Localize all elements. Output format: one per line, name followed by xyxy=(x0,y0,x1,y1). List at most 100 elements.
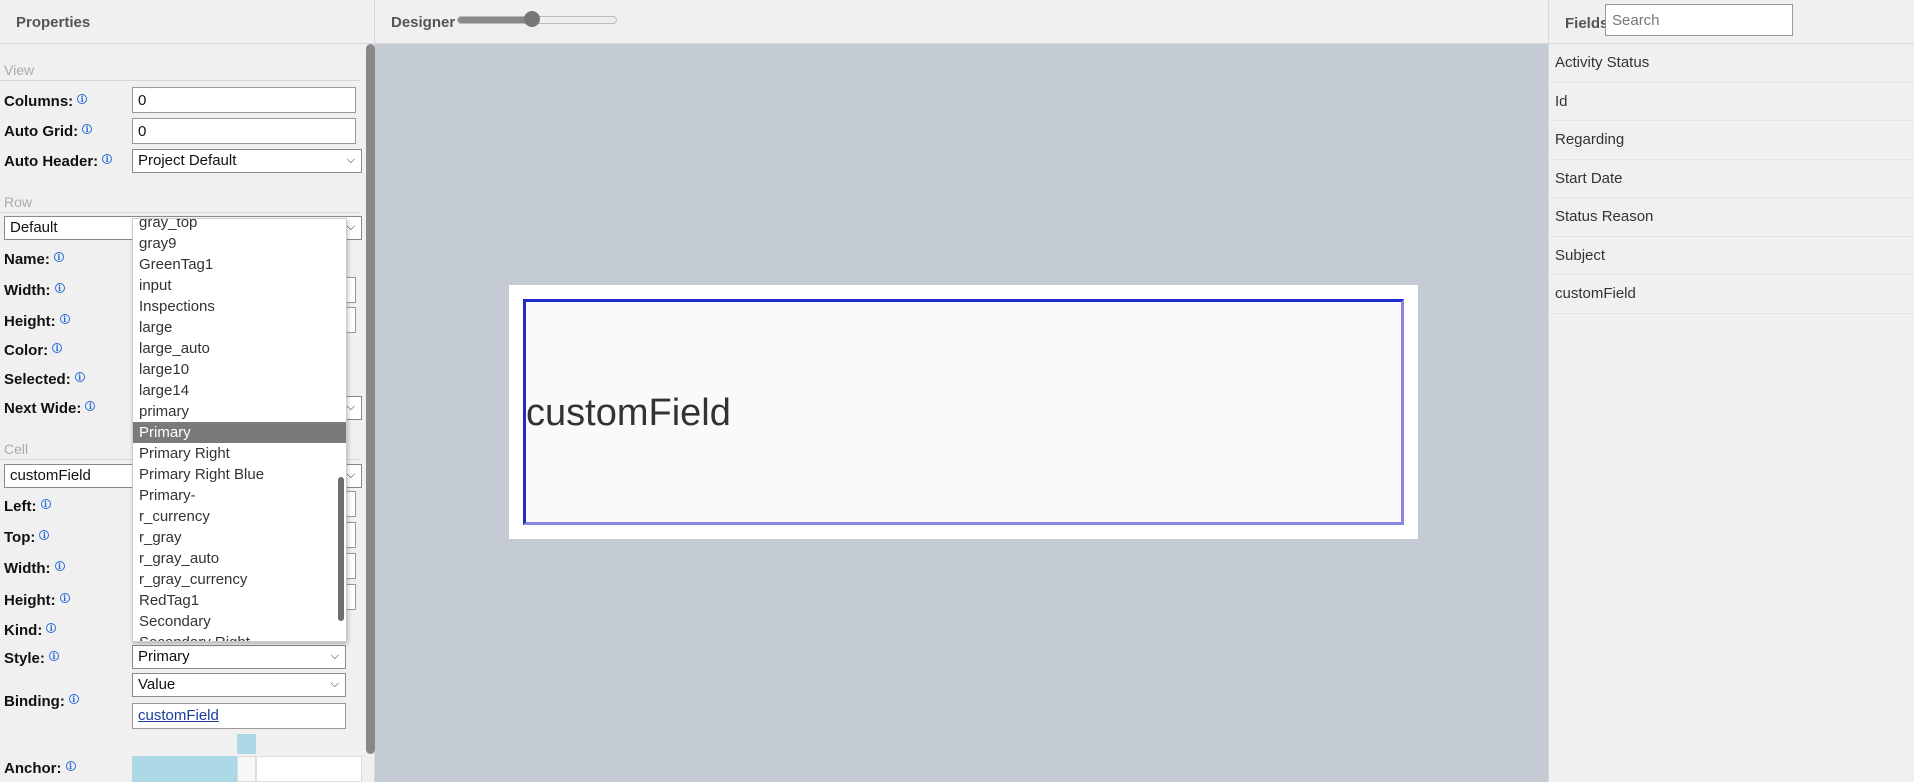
binding-link[interactable]: customField xyxy=(138,707,219,724)
dropdown-option[interactable]: Secondary Right xyxy=(133,632,346,641)
field-list-item[interactable]: Subject xyxy=(1549,237,1914,275)
style-label-text: Style: xyxy=(4,650,45,667)
cell-height-label-text: Height: xyxy=(4,592,56,609)
style-label: Style: i xyxy=(4,650,59,667)
dropdown-scrollbar-thumb[interactable] xyxy=(338,477,344,621)
dropdown-option[interactable]: Primary Right xyxy=(133,443,346,464)
dropdown-option[interactable]: RedTag1 xyxy=(133,590,346,611)
designer-panel: Designer customField xyxy=(375,0,1548,782)
binding-label: Binding: i xyxy=(4,693,79,710)
dropdown-option[interactable]: primary xyxy=(133,401,346,422)
info-icon[interactable]: i xyxy=(48,651,59,661)
info-icon[interactable]: i xyxy=(39,530,50,540)
cell-width-label-text: Width: xyxy=(4,560,51,577)
columns-label: Columns: i xyxy=(4,93,88,110)
binding-select[interactable]: Value ⌵ xyxy=(132,673,346,697)
columns-input[interactable] xyxy=(132,87,356,113)
info-icon[interactable]: i xyxy=(52,343,63,353)
dropdown-option[interactable]: GreenTag1 xyxy=(133,254,346,275)
width-label: Width: i xyxy=(4,282,65,299)
dropdown-option[interactable]: Primary Right Blue xyxy=(133,464,346,485)
anchor-left[interactable] xyxy=(132,756,237,782)
designer-title: Designer xyxy=(391,14,456,31)
left-label-text: Left: xyxy=(4,498,37,515)
field-list-item[interactable]: Id xyxy=(1549,83,1914,121)
fields-title: Fields xyxy=(1565,15,1609,32)
fields-panel: Fields Activity StatusIdRegardingStart D… xyxy=(1548,0,1914,782)
autogrid-label-text: Auto Grid: xyxy=(4,123,79,140)
width-label-text: Width: xyxy=(4,282,51,299)
dropdown-option[interactable]: large10 xyxy=(133,359,346,380)
dropdown-option[interactable]: large xyxy=(133,317,346,338)
anchor-top[interactable] xyxy=(237,734,256,754)
selected-label: Selected: i xyxy=(4,371,85,388)
info-icon[interactable]: i xyxy=(53,252,64,262)
field-list-item[interactable]: Status Reason xyxy=(1549,198,1914,237)
dropdown-option[interactable]: r_gray_auto xyxy=(133,548,346,569)
info-icon[interactable]: i xyxy=(74,372,85,382)
zoom-slider-thumb[interactable] xyxy=(524,11,540,27)
fields-list: Activity Status Id Regarding Start Date Stat… xyxy=(1549,44,1914,314)
properties-panel: Properties View Columns:i Auto Grid:i Au… xyxy=(0,0,375,782)
autoheader-label: Auto Header: i xyxy=(4,153,113,170)
field-list-item[interactable]: customField xyxy=(1549,275,1914,314)
chevron-down-icon: ⌵ xyxy=(346,221,355,233)
binding-field[interactable]: customField xyxy=(132,703,346,729)
style-select[interactable]: Primary ⌵ xyxy=(132,645,346,669)
field-list-item[interactable]: Activity Status xyxy=(1549,44,1914,83)
columns-label-text: Columns: xyxy=(4,93,74,110)
name-label-text: Name: xyxy=(4,251,50,268)
info-icon[interactable]: i xyxy=(54,561,65,571)
style-dropdown-list[interactable]: gray_top gray9 GreenTag1 input Inspections la… xyxy=(132,218,347,642)
properties-scrollbar[interactable] xyxy=(366,44,375,754)
dropdown-option[interactable]: r_gray xyxy=(133,527,346,548)
binding-label-text: Binding: xyxy=(4,693,65,710)
chevron-down-icon: ⌵ xyxy=(346,154,355,166)
fields-search-input[interactable] xyxy=(1605,4,1793,36)
info-icon[interactable]: i xyxy=(65,761,76,771)
cell-height-label: Height: i xyxy=(4,592,70,609)
dropdown-option[interactable]: Primary xyxy=(133,422,346,443)
autoheader-label-text: Auto Header: xyxy=(4,153,99,170)
nextwide-label-text: Next Wide: xyxy=(4,400,82,417)
design-canvas[interactable]: customField xyxy=(509,285,1418,539)
anchor-center[interactable] xyxy=(237,756,256,782)
dropdown-option[interactable]: r_currency xyxy=(133,506,346,527)
chevron-down-icon: ⌵ xyxy=(330,678,339,690)
info-icon[interactable]: i xyxy=(54,283,65,293)
selected-field-cell[interactable]: customField xyxy=(523,299,1404,525)
top-label: Top: i xyxy=(4,529,50,546)
info-icon[interactable]: i xyxy=(82,124,93,134)
properties-title: Properties xyxy=(0,0,374,44)
info-icon[interactable]: i xyxy=(59,593,70,603)
info-icon[interactable]: i xyxy=(77,94,88,104)
field-list-item[interactable]: Start Date xyxy=(1549,160,1914,198)
dropdown-option[interactable]: Secondary xyxy=(133,611,346,632)
color-label-text: Color: xyxy=(4,342,49,359)
dropdown-option[interactable]: Inspections xyxy=(133,296,346,317)
info-icon[interactable]: i xyxy=(59,314,70,324)
info-icon[interactable]: i xyxy=(102,154,113,164)
properties-scrollbar-thumb[interactable] xyxy=(366,44,375,754)
dropdown-option[interactable]: Primary- xyxy=(133,485,346,506)
autogrid-label: Auto Grid: i xyxy=(4,123,93,140)
dropdown-option[interactable]: r_gray_currency xyxy=(133,569,346,590)
dropdown-option[interactable]: large14 xyxy=(133,380,346,401)
dropdown-option[interactable]: gray_top xyxy=(133,219,346,233)
binding-select-value: Value xyxy=(138,676,176,693)
autoheader-select[interactable]: Project Default ⌵ xyxy=(132,149,362,173)
kind-label: Kind: i xyxy=(4,622,57,639)
designer-header: Designer xyxy=(375,0,1548,44)
autogrid-input[interactable] xyxy=(132,118,356,144)
height-label-text: Height: xyxy=(4,313,56,330)
info-icon[interactable]: i xyxy=(85,401,96,411)
dropdown-option[interactable]: input xyxy=(133,275,346,296)
chevron-down-icon: ⌵ xyxy=(330,650,339,662)
info-icon[interactable]: i xyxy=(46,623,57,633)
dropdown-option[interactable]: large_auto xyxy=(133,338,346,359)
info-icon[interactable]: i xyxy=(40,499,51,509)
anchor-right[interactable] xyxy=(256,756,362,782)
field-list-item[interactable]: Regarding xyxy=(1549,121,1914,160)
info-icon[interactable]: i xyxy=(68,694,79,704)
dropdown-option[interactable]: gray9 xyxy=(133,233,346,254)
